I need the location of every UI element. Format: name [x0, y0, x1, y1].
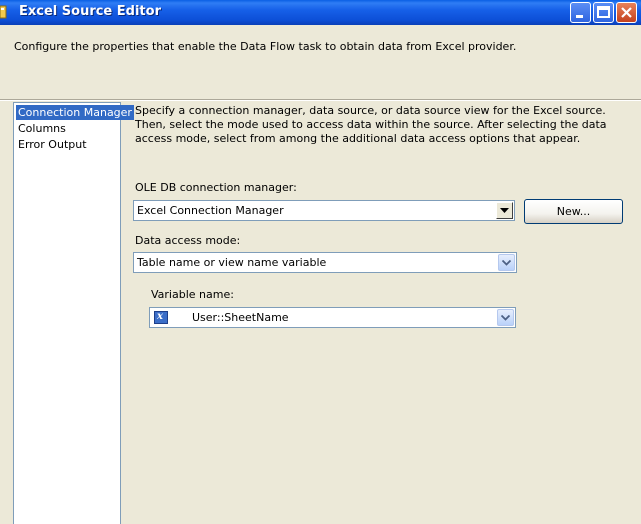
nav-item-columns[interactable]: Columns — [16, 121, 68, 136]
excel-source-editor-window: Excel Source Editor Configure the proper… — [0, 0, 641, 524]
variable-name-label: Variable name: — [151, 288, 234, 301]
page-navigation-list: Connection Manager Columns Error Output — [13, 102, 134, 524]
minimize-button[interactable] — [570, 2, 591, 23]
ssis-component-icon — [0, 4, 14, 20]
nav-item-connection-manager[interactable]: Connection Manager — [16, 105, 134, 120]
window-title: Excel Source Editor — [19, 4, 161, 19]
new-connection-button[interactable]: New... — [524, 199, 623, 224]
x-variable-icon: x — [154, 311, 168, 324]
header-separator — [0, 99, 641, 101]
data-access-mode-label: Data access mode: — [135, 234, 241, 247]
title-bar[interactable]: Excel Source Editor — [0, 0, 641, 25]
variable-name-value: User::SheetName — [192, 311, 289, 324]
connection-manager-select[interactable]: Excel Connection Manager — [133, 200, 515, 221]
connection-manager-value: Excel Connection Manager — [137, 204, 284, 217]
nav-item-error-output[interactable]: Error Output — [16, 137, 89, 152]
maximize-button[interactable] — [593, 2, 614, 23]
variable-name-select[interactable]: x User::SheetName — [149, 307, 516, 328]
chevron-down-icon[interactable] — [496, 202, 513, 219]
header-panel: Configure the properties that enable the… — [0, 25, 641, 99]
data-access-mode-select[interactable]: Table name or view name variable — [133, 252, 517, 273]
close-button[interactable] — [616, 2, 637, 23]
header-description: Configure the properties that enable the… — [14, 40, 517, 53]
data-access-mode-value: Table name or view name variable — [137, 256, 327, 269]
chevron-down-icon[interactable] — [498, 254, 515, 271]
connection-manager-label: OLE DB connection manager: — [135, 181, 297, 194]
chevron-down-icon[interactable] — [497, 309, 514, 326]
connection-manager-description: Specify a connection manager, data sourc… — [135, 104, 607, 145]
